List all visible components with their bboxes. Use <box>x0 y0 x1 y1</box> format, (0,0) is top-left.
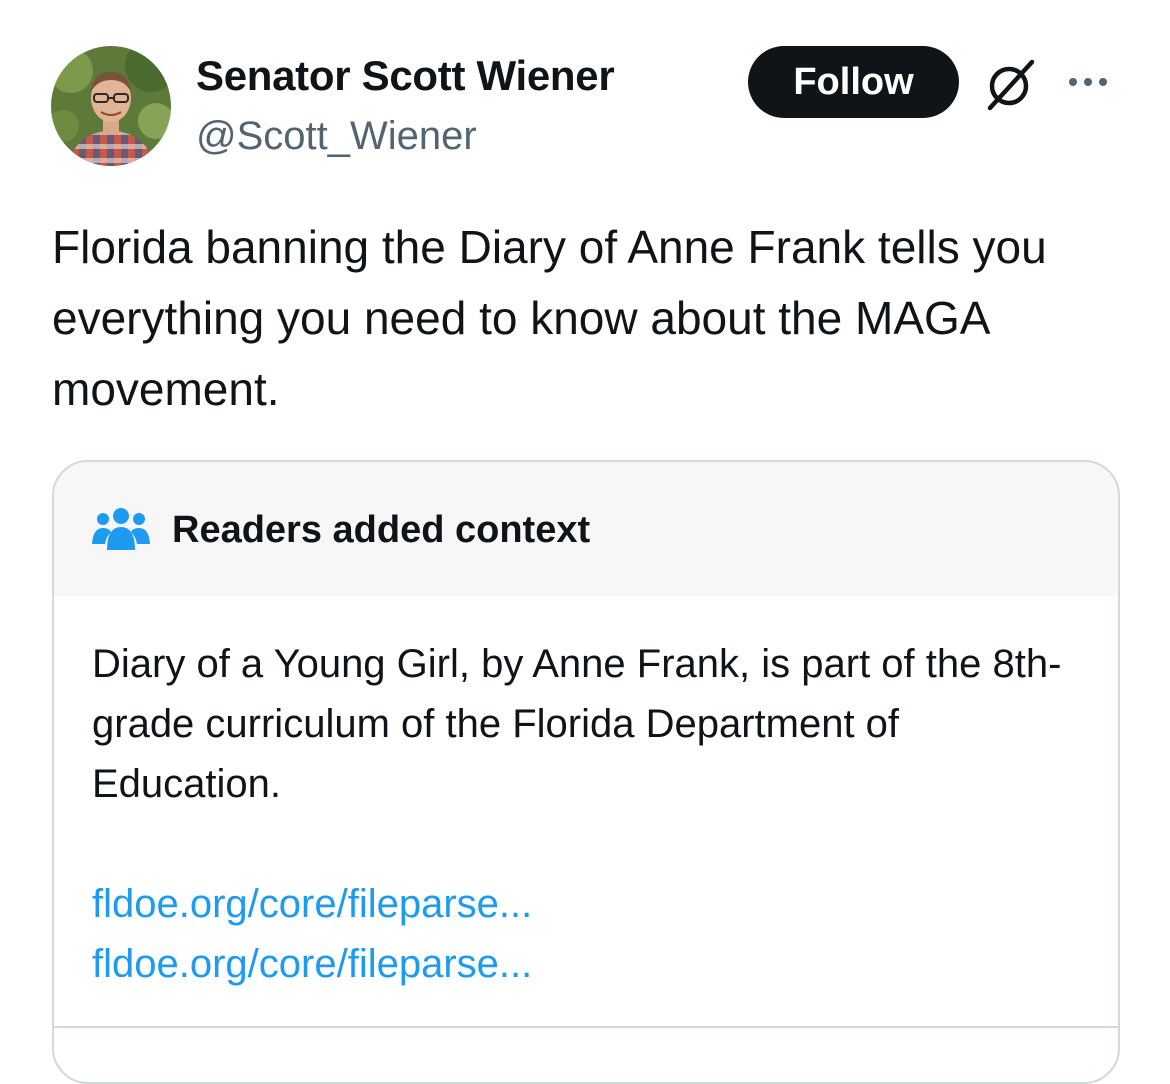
community-note-body: Diary of a Young Girl, by Anne Frank, is… <box>92 642 1062 806</box>
more-options-icon[interactable] <box>1064 70 1112 94</box>
readers-group-icon <box>92 506 150 550</box>
author-avatar[interactable] <box>51 46 171 166</box>
community-note-header: Readers added context <box>54 462 1118 596</box>
community-note-card: Readers added context Diary of a Young G… <box>52 460 1120 1084</box>
community-note-source-link[interactable]: fldoe.org/core/fileparse... <box>92 934 532 994</box>
tweet-text: Florida banning the Diary of Anne Frank … <box>52 221 1047 415</box>
avatar-photo <box>51 46 171 166</box>
community-note-title: Readers added context <box>172 509 591 551</box>
author-handle[interactable]: @Scott_Wiener <box>196 112 477 160</box>
follow-button[interactable]: Follow <box>748 46 959 118</box>
author-display-name[interactable]: Senator Scott Wiener <box>196 50 615 102</box>
card-divider <box>54 1026 1118 1028</box>
community-note-source-link[interactable]: fldoe.org/core/fileparse... <box>92 874 532 934</box>
grok-icon[interactable] <box>982 56 1038 112</box>
